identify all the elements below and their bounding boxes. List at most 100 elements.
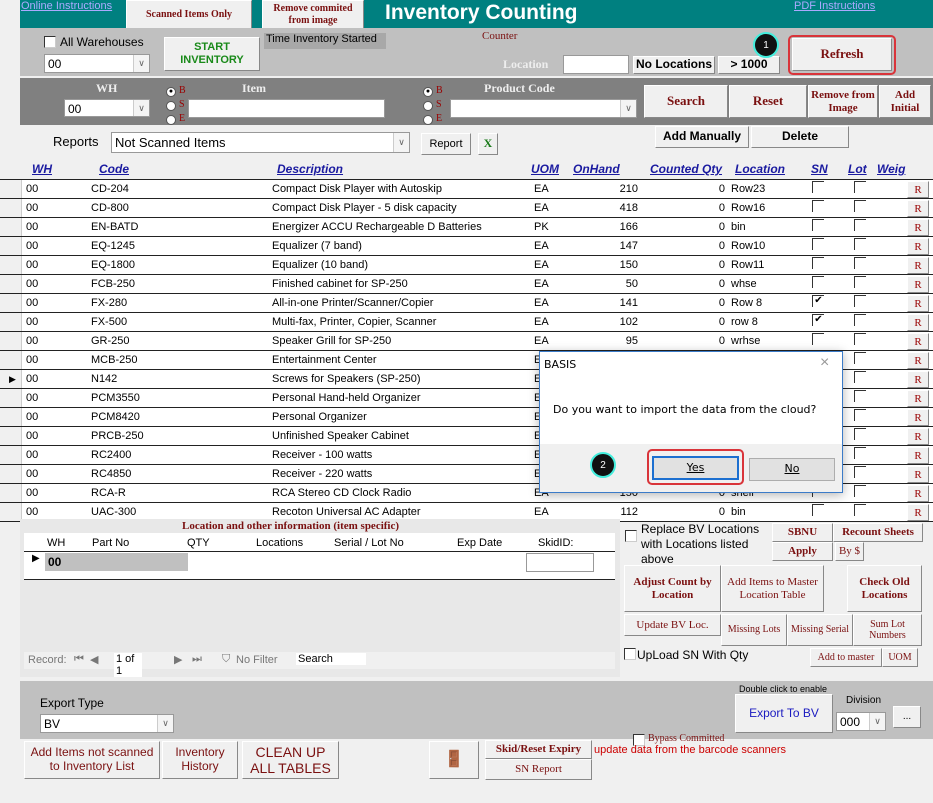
row-selector[interactable] — [0, 503, 22, 521]
cell-description[interactable]: Multi-fax, Printer, Copier, Scanner — [272, 316, 436, 328]
row-r-button[interactable]: R — [907, 200, 929, 217]
row-r-button[interactable]: R — [907, 333, 929, 350]
row-selector[interactable] — [0, 275, 22, 293]
cell-onhand[interactable]: 418 — [620, 202, 638, 214]
cell-counted-qty[interactable]: 0 — [719, 335, 725, 347]
sn-checkbox[interactable] — [812, 219, 824, 231]
division-select[interactable]: 000 ∨ — [836, 712, 886, 731]
all-warehouses-checkbox[interactable] — [44, 36, 56, 48]
lot-checkbox[interactable] — [854, 390, 866, 402]
no-locations-button[interactable]: No Locations — [633, 56, 715, 74]
reports-select[interactable]: Not Scanned Items ∨ — [111, 132, 410, 153]
sub-row-wh[interactable]: 00 — [45, 553, 188, 571]
cell-location[interactable]: whse — [731, 278, 757, 290]
cell-counted-qty[interactable]: 0 — [719, 297, 725, 309]
excel-icon[interactable]: X — [478, 133, 498, 155]
reset-button[interactable]: Reset — [729, 85, 807, 118]
record-position-input[interactable]: 1 of 1 — [114, 653, 142, 677]
sn-checkbox[interactable] — [812, 504, 824, 516]
inventory-history-button[interactable]: Inventory History — [162, 741, 238, 779]
cell-wh[interactable]: 00 — [26, 183, 38, 195]
row-selector[interactable] — [0, 332, 22, 350]
row-r-button[interactable]: R — [907, 390, 929, 407]
cell-description[interactable]: Personal Organizer — [272, 411, 367, 423]
prev-record-icon[interactable]: ◀ — [90, 653, 98, 666]
row-selector[interactable] — [0, 256, 22, 274]
row-r-button[interactable]: R — [907, 409, 929, 426]
col-location[interactable]: Location — [735, 162, 785, 176]
cell-uom[interactable]: EA — [534, 259, 549, 271]
cell-counted-qty[interactable]: 0 — [719, 183, 725, 195]
cell-code[interactable]: GR-250 — [91, 335, 130, 347]
cell-code[interactable]: RC2400 — [91, 449, 131, 461]
replace-bv-checkbox[interactable] — [625, 530, 637, 542]
cell-wh[interactable]: 00 — [26, 392, 38, 404]
cell-counted-qty[interactable]: 0 — [719, 240, 725, 252]
cell-uom[interactable]: EA — [534, 506, 549, 518]
online-instructions-link[interactable]: Online Instructions — [21, 0, 112, 12]
cell-description[interactable]: Receiver - 220 watts — [272, 468, 372, 480]
cell-description[interactable]: RCA Stereo CD Clock Radio — [272, 487, 411, 499]
filter-icon[interactable]: ⛉ — [222, 653, 230, 666]
row-selector[interactable]: ▶ — [0, 370, 22, 388]
skid-reset-expiry-button[interactable]: Skid/Reset Expiry — [485, 740, 592, 759]
missing-lots-button[interactable]: Missing Lots — [721, 614, 787, 646]
lot-checkbox[interactable] — [854, 333, 866, 345]
add-manually-button[interactable]: Add Manually — [655, 126, 749, 148]
col-code[interactable]: Code — [99, 162, 129, 176]
cell-code[interactable]: FX-280 — [91, 297, 127, 309]
cell-uom[interactable]: EA — [534, 240, 549, 252]
cell-code[interactable]: MCB-250 — [91, 354, 137, 366]
sn-checkbox[interactable] — [812, 257, 824, 269]
cell-counted-qty[interactable]: 0 — [719, 221, 725, 233]
item-radio-b[interactable]: ● — [166, 87, 176, 97]
cell-onhand[interactable]: 112 — [620, 506, 638, 518]
cell-uom[interactable]: EA — [534, 183, 549, 195]
row-selector[interactable] — [0, 199, 22, 217]
lot-checkbox[interactable] — [854, 219, 866, 231]
apply-button[interactable]: Apply — [772, 542, 833, 561]
cell-code[interactable]: PRCB-250 — [91, 430, 144, 442]
no-filter-button[interactable]: No Filter — [236, 654, 278, 666]
delete-button[interactable]: Delete — [751, 126, 849, 148]
cell-onhand[interactable]: 95 — [626, 335, 638, 347]
check-old-locations-button[interactable]: Check Old Locations — [847, 565, 922, 612]
over-1000-button[interactable]: > 1000 — [718, 56, 780, 74]
cell-description[interactable]: Compact Disk Player - 5 disk capacity — [272, 202, 457, 214]
add-to-master-button[interactable]: Add to master — [810, 648, 882, 667]
warehouse-select[interactable]: 00 ∨ — [44, 54, 150, 73]
cell-uom[interactable]: EA — [534, 278, 549, 290]
row-r-button[interactable]: R — [907, 485, 929, 502]
lot-checkbox[interactable] — [854, 276, 866, 288]
col-weight[interactable]: Weig — [877, 162, 905, 176]
export-type-select[interactable]: BV ∨ — [40, 714, 174, 733]
cell-location[interactable]: wrhse — [731, 335, 760, 347]
next-record-icon[interactable]: ▶ — [174, 653, 182, 666]
col-sn[interactable]: SN — [811, 162, 828, 176]
cell-wh[interactable]: 00 — [26, 411, 38, 423]
lot-checkbox[interactable] — [854, 314, 866, 326]
lot-checkbox[interactable] — [854, 409, 866, 421]
exit-door-icon[interactable]: 🚪 — [429, 741, 479, 779]
cell-onhand[interactable]: 102 — [620, 316, 638, 328]
division-ellipsis-button[interactable]: ... — [893, 706, 921, 728]
remove-from-image-button[interactable]: Remove from Image — [808, 85, 878, 118]
add-initial-button[interactable]: Add Initial — [879, 85, 931, 118]
cell-wh[interactable]: 00 — [26, 506, 38, 518]
lot-checkbox[interactable] — [854, 504, 866, 516]
row-r-button[interactable]: R — [907, 504, 929, 521]
cell-description[interactable]: Recoton Universal AC Adapter — [272, 506, 421, 518]
cell-code[interactable]: PCM3550 — [91, 392, 140, 404]
cell-description[interactable]: Equalizer (7 band) — [272, 240, 362, 252]
cell-counted-qty[interactable]: 0 — [719, 316, 725, 328]
lot-checkbox[interactable] — [854, 428, 866, 440]
cell-wh[interactable]: 00 — [26, 430, 38, 442]
cell-counted-qty[interactable]: 0 — [719, 259, 725, 271]
lot-checkbox[interactable] — [854, 200, 866, 212]
row-r-button[interactable]: R — [907, 314, 929, 331]
cell-wh[interactable]: 00 — [26, 449, 38, 461]
table-row[interactable]: 00 EN-BATD Energizer ACCU Rechargeable D B… — [0, 218, 933, 237]
table-row[interactable]: 00 FX-500 Multi-fax, Printer, Copier, Scan… — [0, 313, 933, 332]
cell-wh[interactable]: 00 — [26, 221, 38, 233]
row-selector[interactable] — [0, 446, 22, 464]
